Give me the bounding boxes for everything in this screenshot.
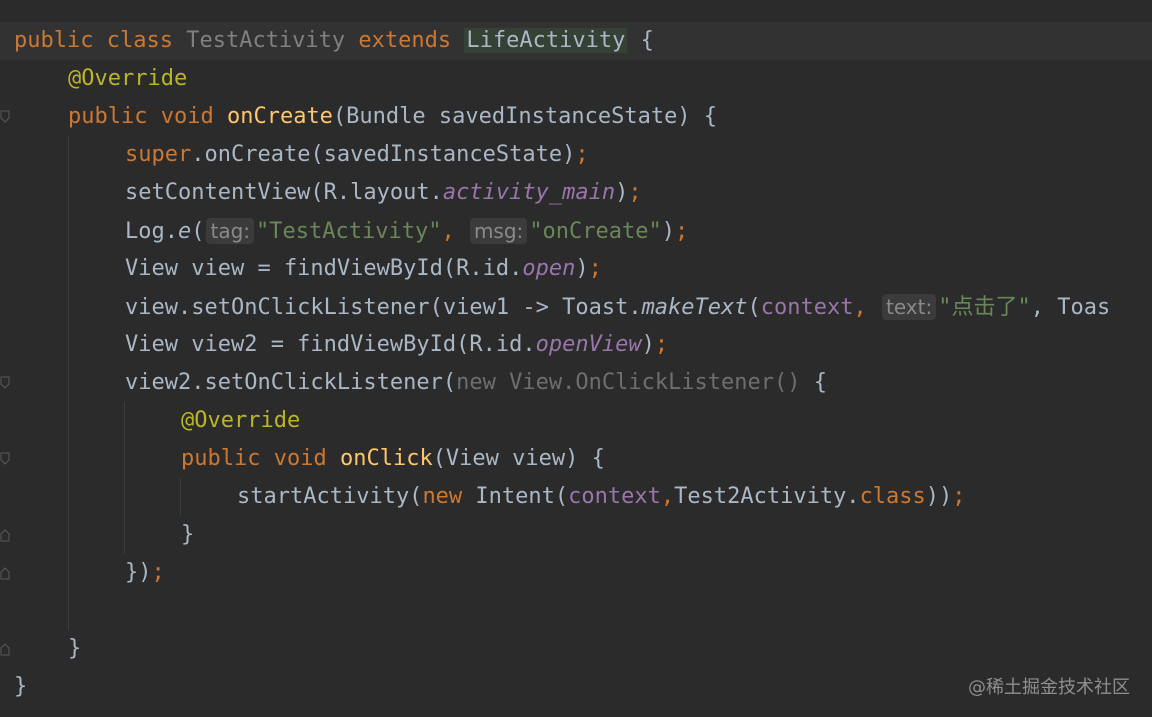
code-text: ( (191, 219, 205, 244)
code-text: Log. (125, 219, 178, 244)
code-line[interactable]: public class TestActivity extends LifeAc… (0, 22, 1152, 60)
semicolon: ; (628, 180, 642, 205)
static-method: makeText (641, 295, 748, 320)
comma: , (441, 219, 455, 244)
code-text: } (14, 674, 28, 699)
code-text: (Bundle savedInstanceState) { (332, 104, 718, 129)
code-text: Test2Activity. (674, 484, 860, 509)
keyword: public (14, 28, 94, 53)
code-text: { (800, 370, 828, 395)
semicolon: ; (588, 256, 602, 281)
annotation: @Override (181, 408, 301, 433)
code-line[interactable]: public void onCreate(Bundle savedInstanc… (0, 98, 1152, 136)
code-line[interactable]: }); (0, 554, 1152, 592)
semicolon: ; (575, 142, 589, 167)
parameter-hint: tag: (206, 218, 255, 244)
keyword: new (422, 484, 463, 509)
keyword: public (181, 446, 261, 471)
parameter-hint: msg: (469, 218, 528, 244)
code-text: } (181, 522, 195, 547)
code-text: .onCreate(savedInstanceState) (191, 142, 576, 167)
code-line[interactable]: startActivity(new Intent(context,Test2Ac… (0, 478, 1152, 516)
keyword: public (68, 104, 148, 129)
semicolon: ; (654, 332, 669, 357)
code-editor[interactable]: public class TestActivity extends LifeAc… (0, 0, 1152, 717)
static-field: openView (535, 332, 642, 357)
code-line[interactable]: View view = findViewById(R.id.open); (0, 250, 1152, 288)
semicolon: ; (952, 484, 966, 509)
code-text: view.setOnClickListener(view1 -> Toast. (125, 295, 642, 320)
code-text: startActivity( (237, 484, 423, 509)
code-text: , Toas (1030, 295, 1111, 320)
code-text: ( (747, 295, 761, 320)
code-text: setContentView(R.layout. (125, 180, 443, 205)
code-line[interactable]: @Override (0, 402, 1152, 440)
code-line[interactable]: Log.e(tag: "TestActivity", msg: "onCreate"… (0, 212, 1152, 250)
static-method: e (177, 219, 192, 244)
superclass-name: LifeActivity (464, 28, 628, 53)
code-line[interactable]: } (0, 516, 1152, 554)
code-text: View view2 = findViewById(R.id. (125, 332, 536, 357)
string-literal: "点击了" (938, 295, 1031, 320)
field-reference: context (760, 295, 854, 320)
code-text: (View view) { (432, 446, 605, 471)
code-text: }) (125, 560, 152, 585)
string-literal: "TestActivity" (256, 219, 442, 244)
static-field: open (522, 256, 576, 281)
folded-text: new View.OnClickListener() (456, 370, 801, 395)
code-line[interactable]: setContentView(R.layout.activity_main); (0, 174, 1152, 212)
method-name: onClick (339, 446, 433, 471)
keyword: void (273, 446, 327, 471)
method-name: onCreate (226, 104, 333, 129)
watermark: @稀土掘金技术社区 (968, 677, 1130, 698)
code-line[interactable]: View view2 = findViewById(R.id.openView)… (0, 326, 1152, 364)
keyword: super (125, 142, 192, 167)
code-line[interactable]: } (0, 630, 1152, 668)
annotation: @Override (68, 66, 188, 91)
code-line[interactable]: view.setOnClickListener(view1 -> Toast.m… (0, 288, 1152, 326)
keyword: extends (358, 28, 452, 53)
code-text: ) (661, 219, 675, 244)
code-line[interactable]: public void onClick(View view) { (0, 440, 1152, 478)
code-text: view2.setOnClickListener( (125, 370, 457, 395)
code-line[interactable]: @Override (0, 60, 1152, 98)
semicolon: ; (151, 560, 165, 585)
code-line[interactable]: view2.setOnClickListener(new View.OnClic… (0, 364, 1152, 402)
comma: , (660, 484, 675, 509)
static-field: activity_main (442, 180, 616, 205)
keyword: class (106, 28, 173, 53)
class-name: TestActivity (186, 28, 346, 53)
code-text: ) (615, 180, 629, 205)
code-text: View view = findViewById(R.id. (125, 256, 523, 281)
code-line[interactable]: super.onCreate(savedInstanceState); (0, 136, 1152, 174)
keyword: void (160, 104, 214, 129)
code-text: { (627, 28, 654, 53)
semicolon: ; (675, 219, 689, 244)
code-text: ) (575, 256, 589, 281)
keyword: class (859, 484, 926, 509)
string-literal: "onCreate" (529, 219, 662, 244)
field-reference: context (568, 484, 661, 509)
code-text: Intent( (462, 484, 569, 509)
comma: , (853, 295, 867, 320)
parameter-hint: text: (882, 294, 937, 320)
code-text: } (68, 636, 82, 661)
code-text: )) (925, 484, 953, 509)
code-text: ) (641, 332, 655, 357)
